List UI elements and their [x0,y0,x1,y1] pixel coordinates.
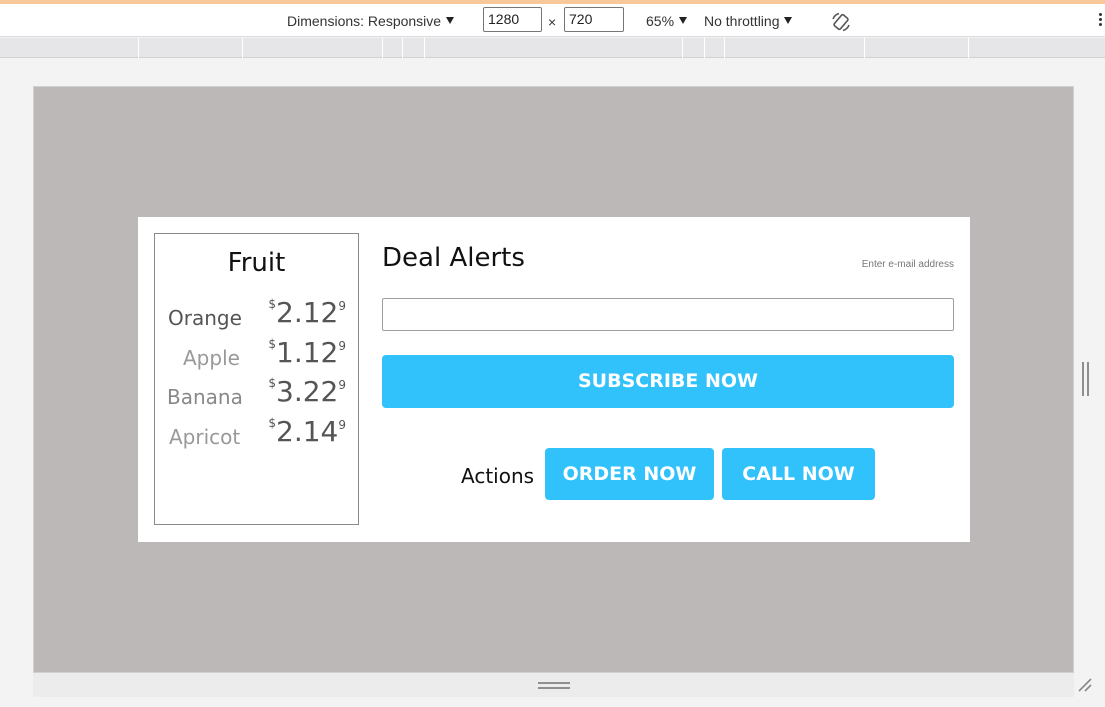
fruit-row: Orange $2.129 [155,296,358,330]
device-toolbar: Dimensions: Responsive 1280 × 720 65% No… [0,4,1105,37]
fruit-price: $2.149 [268,415,346,448]
fruit-price-panel: Fruit Orange $2.129 Apple $1.129 Banana … [154,233,359,525]
email-hint-label: Enter e-mail address [861,259,954,270]
fruit-row: Banana $3.229 [155,375,358,409]
throttling-dropdown[interactable]: No throttling [704,12,793,30]
dimensions-dropdown[interactable]: Dimensions: Responsive [287,12,455,30]
fruit-name: Orange [168,306,242,330]
caret-down-icon [784,17,793,24]
deal-alerts-title: Deal Alerts [382,243,525,273]
caret-down-icon [446,17,455,24]
rotate-icon[interactable] [830,11,852,33]
more-vertical-icon[interactable] [1099,13,1103,29]
page-card: Fruit Orange $2.129 Apple $1.129 Banana … [138,217,970,542]
fruit-name: Apple [183,346,240,370]
subscribe-button[interactable]: SUBSCRIBE NOW [382,355,954,408]
fruit-name: Banana [167,385,243,409]
width-input[interactable]: 1280 [483,7,542,32]
fruit-row: Apricot $2.149 [155,415,358,449]
order-now-button[interactable]: ORDER NOW [545,448,714,500]
media-query-ruler[interactable] [0,38,1105,58]
fruit-price: $3.229 [268,375,346,408]
email-field[interactable] [382,298,954,331]
actions-label: Actions [461,464,535,488]
zoom-label: 65% [646,13,675,29]
dimensions-label: Dimensions: Responsive [287,13,442,29]
resize-handle-bottom[interactable] [538,682,570,690]
fruit-price: $1.129 [268,336,346,369]
height-input[interactable]: 720 [564,7,624,32]
fruit-price: $2.129 [268,296,346,329]
fruit-row: Apple $1.129 [155,336,358,370]
fruit-name: Apricot [169,425,241,449]
fruit-title: Fruit [227,248,286,278]
times-sign: × [548,14,557,30]
zoom-dropdown[interactable]: 65% [646,12,688,30]
call-now-button[interactable]: CALL NOW [722,448,875,500]
caret-down-icon [679,17,688,24]
resize-corner-icon[interactable] [1076,676,1094,694]
resize-handle-right[interactable] [1082,362,1090,396]
throttling-label: No throttling [704,13,780,29]
